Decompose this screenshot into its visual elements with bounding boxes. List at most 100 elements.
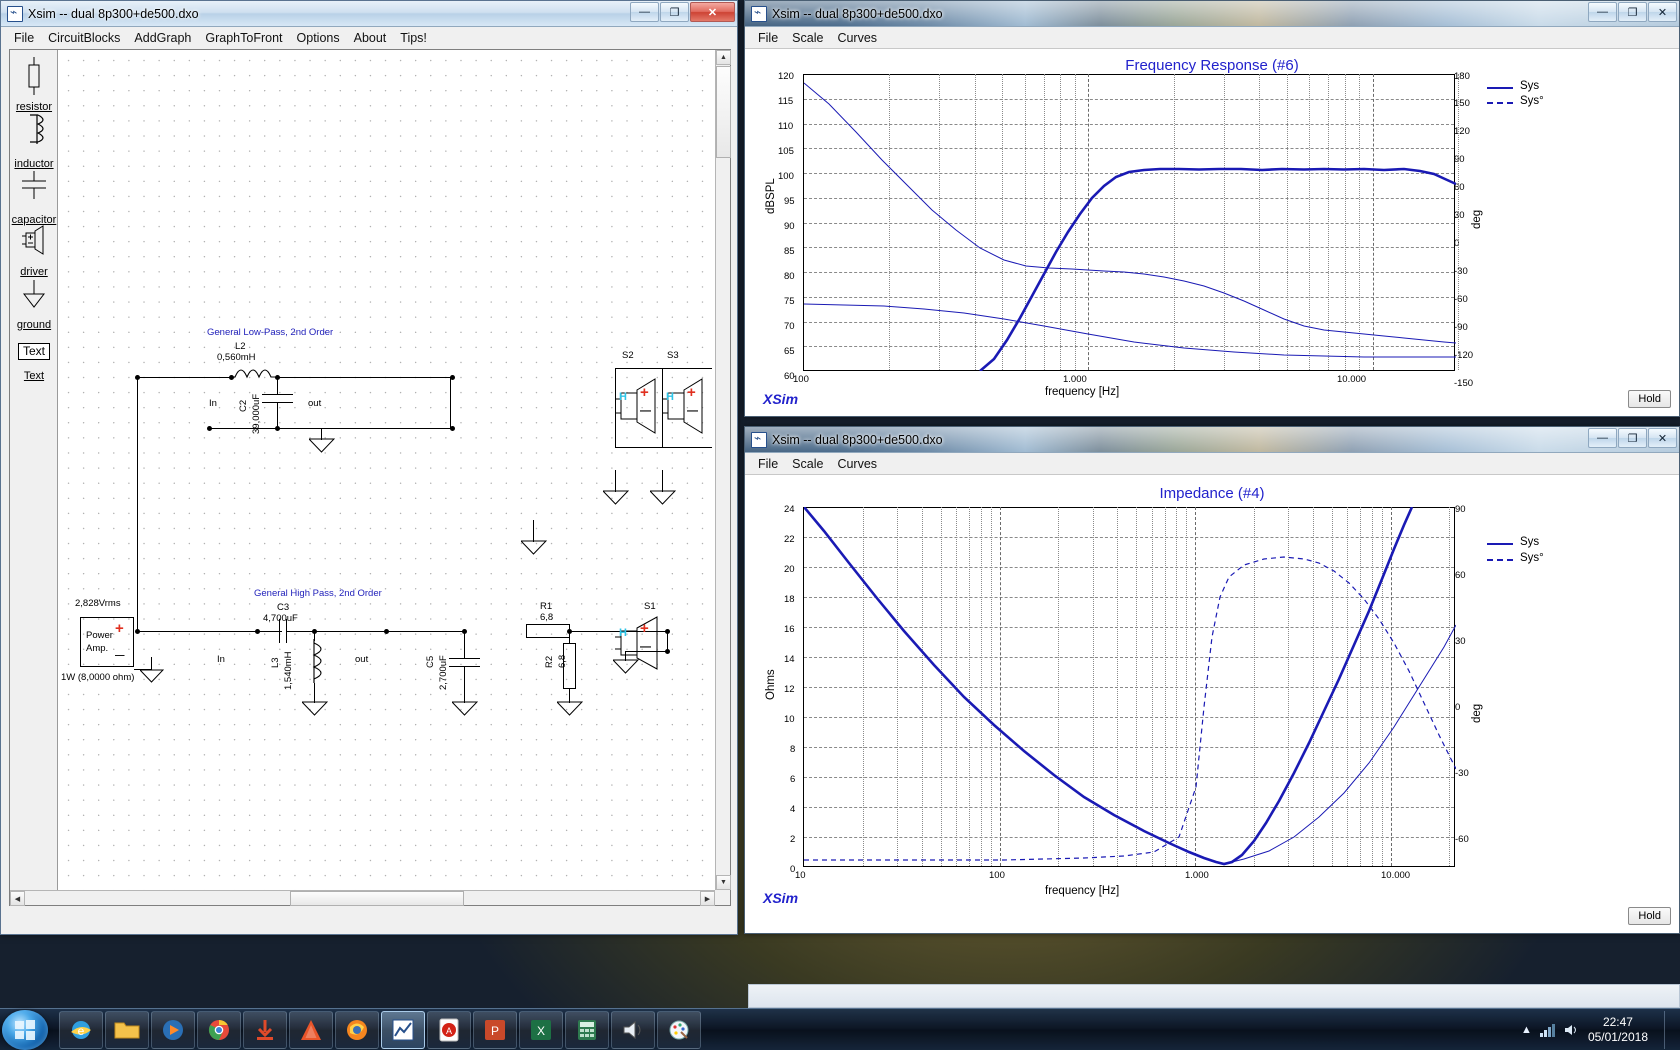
taskbar-media-player[interactable] (151, 1010, 195, 1049)
tray-show-hidden-icon[interactable]: ▲ (1521, 1024, 1532, 1036)
menu-tips[interactable]: Tips! (393, 29, 434, 47)
maximize-button[interactable]: ❐ (1618, 2, 1647, 22)
menu-graphtofront[interactable]: GraphToFront (198, 29, 289, 47)
graph2-menu-curves[interactable]: Curves (830, 455, 884, 473)
taskbar-google-chrome[interactable] (197, 1010, 241, 1049)
xsim-main-window[interactable]: Xsim -- dual 8p300+de500.dxo — ❐ ✕ File … (0, 0, 738, 935)
graph2-ytick-22: 22 (784, 534, 795, 545)
main-window-titlebar[interactable]: Xsim -- dual 8p300+de500.dxo — ❐ ✕ (1, 1, 737, 27)
main-menubar[interactable]: File CircuitBlocks AddGraph GraphToFront… (1, 27, 737, 48)
text-label-icon[interactable]: Text (10, 370, 58, 382)
taskbar-excel[interactable]: X (519, 1010, 563, 1049)
close-button[interactable]: ✕ (1648, 428, 1677, 448)
volume-icon[interactable] (1564, 1023, 1580, 1037)
graph1-y2tick-m60: -60 (1454, 294, 1468, 305)
graph1-titlebar[interactable]: Xsim -- dual 8p300+de500.dxo — ❐ ✕ (745, 1, 1679, 27)
menu-circuitblocks[interactable]: CircuitBlocks (41, 29, 127, 47)
amp-label-power: Power (86, 630, 113, 641)
ground-symbol-l3[interactable] (302, 701, 328, 717)
palette-item-textlabel[interactable]: Text (10, 370, 58, 382)
show-desktop-button[interactable] (1664, 1010, 1674, 1049)
menu-about[interactable]: About (347, 29, 394, 47)
ground-symbol-s2[interactable] (603, 490, 629, 506)
graph2-menubar[interactable]: File Scale Curves (745, 453, 1679, 474)
palette-item-driver[interactable]: driver (10, 225, 58, 278)
palette-item-resistor[interactable]: resistor (10, 56, 58, 113)
taskbar-xsim[interactable] (381, 1010, 425, 1049)
graph2-legend-label-sys-phase[interactable]: Sys° (1520, 552, 1544, 564)
taskbar-internet-explorer[interactable]: e (59, 1010, 103, 1049)
taskbar[interactable]: e A P X ▲ 22:47 05/01/2018 (0, 1008, 1680, 1050)
maximize-button[interactable]: ❐ (660, 2, 689, 22)
graph1-menubar[interactable]: File Scale Curves (745, 27, 1679, 48)
graph2-menu-file[interactable]: File (751, 455, 785, 473)
taskbar-windows-explorer[interactable] (105, 1010, 149, 1049)
text-box-icon[interactable]: Text (17, 343, 50, 360)
scroll-left-arrow[interactable]: ◀ (10, 891, 25, 906)
L3-inductor-symbol[interactable] (303, 639, 325, 687)
graph2-titlebar[interactable]: Xsim -- dual 8p300+de500.dxo — ❐ ✕ (745, 427, 1679, 453)
minimize-button[interactable]: — (630, 2, 659, 22)
taskbar-clock[interactable]: 22:47 05/01/2018 (1588, 1015, 1656, 1045)
scroll-up-arrow[interactable]: ▲ (716, 50, 731, 65)
minimize-button[interactable]: — (1588, 2, 1617, 22)
amp-voltage-label: 2,828Vrms (75, 598, 121, 609)
component-palette[interactable]: resistor inductor capacitor driver groun… (10, 50, 58, 905)
menu-addgraph[interactable]: AddGraph (127, 29, 198, 47)
hscroll-thumb[interactable] (290, 891, 464, 906)
graph1-legend-label-sys-phase[interactable]: Sys° (1520, 95, 1544, 107)
schematic-sheet[interactable]: General Low-Pass, 2nd Order L2 0,560mH I… (59, 50, 715, 890)
background-window-strip[interactable] (748, 984, 1680, 1008)
schematic-horizontal-scrollbar[interactable]: ◀ ▶ (10, 890, 715, 906)
taskbar-firefox[interactable] (335, 1010, 379, 1049)
close-button[interactable]: ✕ (1648, 2, 1677, 22)
taskbar-volume-app[interactable] (611, 1010, 655, 1049)
ground-symbol-s3[interactable] (650, 490, 676, 506)
graph1-menu-scale[interactable]: Scale (785, 29, 830, 47)
minimize-button[interactable]: — (1588, 428, 1617, 448)
ground-symbol-amp[interactable] (140, 669, 164, 684)
R2-resistor-symbol[interactable] (563, 643, 576, 689)
R1-resistor-symbol[interactable] (526, 624, 570, 638)
graph1-legend-label-sys[interactable]: Sys (1520, 80, 1539, 92)
taskbar-powerpoint[interactable]: P (473, 1010, 517, 1049)
graph2-legend-label-sys[interactable]: Sys (1520, 536, 1539, 548)
graph2-hold-button[interactable]: Hold (1628, 907, 1671, 925)
taskbar-calculator[interactable] (565, 1010, 609, 1049)
graph2-plot-area[interactable] (803, 507, 1456, 867)
ground-symbol-s1[interactable] (613, 659, 639, 675)
palette-item-ground[interactable]: ground (10, 278, 58, 331)
schematic-vertical-scrollbar[interactable]: ▲ ▼ (715, 50, 731, 890)
graph1-hold-button[interactable]: Hold (1628, 390, 1671, 408)
scroll-right-arrow[interactable]: ▶ (700, 891, 715, 906)
graph1-ytick-110: 110 (778, 121, 794, 132)
ground-symbol-c5[interactable] (452, 701, 478, 717)
taskbar-download-manager[interactable] (243, 1010, 287, 1049)
graph1-menu-curves[interactable]: Curves (830, 29, 884, 47)
power-amp-body[interactable] (80, 617, 134, 667)
palette-item-textbox[interactable]: Text (10, 342, 58, 360)
system-tray[interactable]: ▲ 22:47 05/01/2018 (1521, 1010, 1680, 1049)
start-button[interactable] (2, 1009, 48, 1050)
vscroll-thumb[interactable] (716, 66, 731, 158)
taskbar-paint[interactable] (657, 1010, 701, 1049)
maximize-button[interactable]: ❐ (1618, 428, 1647, 448)
close-button[interactable]: ✕ (690, 2, 735, 22)
network-icon[interactable] (1539, 1023, 1556, 1037)
menu-options[interactable]: Options (290, 29, 347, 47)
ground-symbol-mid[interactable] (521, 540, 547, 556)
palette-item-inductor[interactable]: inductor (10, 113, 58, 170)
taskbar-avast[interactable] (289, 1010, 333, 1049)
scroll-down-arrow[interactable]: ▼ (716, 875, 731, 890)
taskbar-adobe-reader[interactable]: A (427, 1010, 471, 1049)
graph1-menu-file[interactable]: File (751, 29, 785, 47)
ground-symbol-lowpass[interactable] (309, 438, 335, 454)
graph1-plot-area[interactable] (803, 74, 1460, 371)
palette-item-capacitor[interactable]: capacitor (10, 169, 58, 226)
driver-icon (22, 225, 44, 255)
impedance-window[interactable]: Xsim -- dual 8p300+de500.dxo — ❐ ✕ File … (744, 426, 1680, 934)
graph2-menu-scale[interactable]: Scale (785, 455, 830, 473)
menu-file[interactable]: File (7, 29, 41, 47)
frequency-response-window[interactable]: Xsim -- dual 8p300+de500.dxo — ❐ ✕ File … (744, 0, 1680, 417)
ground-symbol-r2[interactable] (557, 701, 583, 717)
